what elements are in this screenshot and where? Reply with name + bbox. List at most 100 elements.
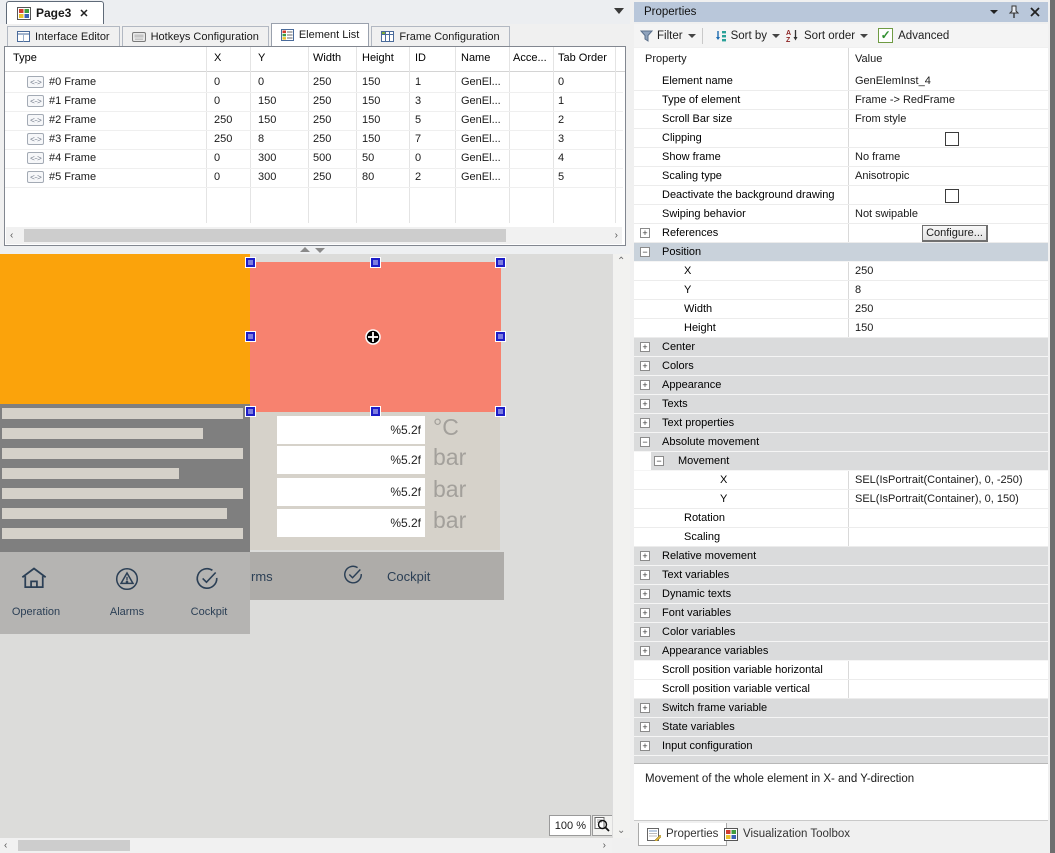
selection-handle[interactable] bbox=[496, 407, 505, 416]
property-row[interactable]: +Colors bbox=[634, 357, 1048, 376]
property-row[interactable]: +Appearance variables bbox=[634, 642, 1048, 661]
property-row[interactable]: +Text variables bbox=[634, 566, 1048, 585]
property-value[interactable]: GenElemInst_4 bbox=[848, 72, 1048, 90]
sort-by-button[interactable]: Sort by bbox=[715, 30, 780, 42]
scroll-right-icon[interactable]: › bbox=[615, 230, 618, 241]
property-row[interactable]: Width250 bbox=[634, 300, 1048, 319]
property-value[interactable]: 250 bbox=[848, 300, 1048, 318]
table-row[interactable]: <··>#2 Frame2501502501505GenEl...2 bbox=[5, 111, 623, 131]
scrollbar-thumb[interactable] bbox=[24, 229, 506, 242]
alarm-icon[interactable] bbox=[114, 566, 140, 595]
property-row[interactable]: +Font variables bbox=[634, 604, 1048, 623]
property-row[interactable]: Y8 bbox=[634, 281, 1048, 300]
value-fields-panel[interactable]: %5.2f°C%5.2fbar%5.2fbar%5.2fbar bbox=[250, 412, 500, 550]
expand-icon[interactable]: + bbox=[640, 703, 650, 713]
property-row[interactable]: +Text properties bbox=[634, 414, 1048, 433]
expand-icon[interactable]: + bbox=[640, 646, 650, 656]
checkbox[interactable] bbox=[945, 189, 959, 203]
property-row[interactable]: Clipping bbox=[634, 129, 1048, 148]
property-value[interactable]: 8 bbox=[848, 281, 1048, 299]
checkbox-checked-icon[interactable]: ✓ bbox=[878, 28, 893, 43]
property-row[interactable]: +Dynamic texts bbox=[634, 585, 1048, 604]
close-icon[interactable]: ✕ bbox=[79, 7, 88, 20]
expand-icon[interactable]: + bbox=[640, 418, 650, 428]
check-icon[interactable] bbox=[342, 564, 364, 586]
dark-list-panel[interactable] bbox=[0, 404, 250, 552]
selection-handle[interactable] bbox=[371, 407, 380, 416]
property-row[interactable]: +ReferencesConfigure... bbox=[634, 224, 1048, 243]
chevron-down-icon[interactable] bbox=[860, 34, 868, 38]
column-header[interactable]: Tab Order bbox=[558, 52, 607, 64]
tab-element-list[interactable]: Element List bbox=[271, 23, 370, 46]
zoom-button[interactable] bbox=[592, 815, 612, 836]
collapse-icon[interactable]: − bbox=[640, 437, 650, 447]
property-value[interactable]: From style bbox=[848, 110, 1048, 128]
configure-button[interactable]: Configure... bbox=[922, 225, 988, 242]
nav-item-label[interactable]: Operation bbox=[8, 606, 64, 618]
property-value[interactable]: 150 bbox=[848, 319, 1048, 337]
property-row[interactable]: −Absolute movement bbox=[634, 433, 1048, 452]
property-row[interactable]: X250 bbox=[634, 262, 1048, 281]
table-row[interactable]: <··>#4 Frame0300500500GenEl...4 bbox=[5, 149, 623, 169]
close-icon[interactable] bbox=[1030, 7, 1040, 17]
center-marker-icon[interactable] bbox=[365, 329, 381, 345]
orange-frame[interactable] bbox=[0, 254, 250, 404]
expand-icon[interactable]: + bbox=[640, 589, 650, 599]
property-row[interactable]: Height150 bbox=[634, 319, 1048, 338]
expand-icon[interactable]: + bbox=[640, 380, 650, 390]
property-row[interactable]: Scroll position variable horizontal bbox=[634, 661, 1048, 680]
splitter-up-icon[interactable] bbox=[300, 247, 310, 252]
scroll-right-icon[interactable]: › bbox=[603, 840, 606, 851]
property-row[interactable]: +Center bbox=[634, 338, 1048, 357]
document-tab-page3[interactable]: Page3 ✕ bbox=[6, 1, 104, 24]
numeric-field[interactable]: %5.2fbar bbox=[277, 509, 425, 537]
expand-icon[interactable]: + bbox=[640, 342, 650, 352]
property-value[interactable] bbox=[848, 661, 1048, 679]
property-row[interactable]: XSEL(IsPortrait(Container), 0, -250) bbox=[634, 471, 1048, 490]
property-value[interactable] bbox=[848, 680, 1048, 698]
scrollbar-thumb[interactable] bbox=[18, 840, 130, 851]
property-row[interactable]: +Color variables bbox=[634, 623, 1048, 642]
scroll-left-icon[interactable]: ‹ bbox=[10, 230, 13, 241]
advanced-checkbox[interactable]: ✓ Advanced bbox=[878, 28, 949, 43]
property-row[interactable]: +Appearance bbox=[634, 376, 1048, 395]
property-row[interactable]: +Input configuration bbox=[634, 737, 1048, 756]
check-icon[interactable] bbox=[194, 566, 220, 595]
tab-interface-editor[interactable]: Interface Editor bbox=[7, 26, 120, 46]
nav-item-label[interactable]: Cockpit bbox=[185, 606, 233, 618]
zoom-level[interactable]: 100 % bbox=[549, 815, 591, 836]
selection-handle[interactable] bbox=[246, 332, 255, 341]
property-value[interactable] bbox=[848, 509, 1048, 527]
property-row[interactable]: Swiping behaviorNot swipable bbox=[634, 205, 1048, 224]
pin-icon[interactable] bbox=[1008, 5, 1020, 19]
canvas-horizontal-scrollbar[interactable]: ‹ › bbox=[0, 838, 612, 853]
property-value[interactable] bbox=[848, 528, 1048, 546]
property-row[interactable]: Scaling typeAnisotropic bbox=[634, 167, 1048, 186]
column-header[interactable]: Width bbox=[313, 52, 341, 64]
splitter-down-icon[interactable] bbox=[315, 248, 325, 253]
property-row[interactable]: Show frameNo frame bbox=[634, 148, 1048, 167]
property-row[interactable]: Deactivate the background drawing bbox=[634, 186, 1048, 205]
table-horizontal-scrollbar[interactable]: ‹ › bbox=[6, 227, 622, 244]
property-value[interactable]: Anisotropic bbox=[848, 167, 1048, 185]
visualization-canvas[interactable]: %5.2f°C%5.2fbar%5.2fbar%5.2fbar Operatio… bbox=[0, 254, 612, 838]
selection-handle[interactable] bbox=[246, 258, 255, 267]
column-header[interactable]: Name bbox=[461, 52, 490, 64]
expand-icon[interactable]: + bbox=[640, 361, 650, 371]
chevron-down-icon[interactable] bbox=[688, 34, 696, 38]
column-header[interactable]: ID bbox=[415, 52, 426, 64]
tab-properties[interactable]: Properties bbox=[638, 823, 727, 846]
column-header[interactable]: Type bbox=[13, 52, 37, 64]
selection-handle[interactable] bbox=[496, 332, 505, 341]
property-row[interactable]: −Movement bbox=[634, 452, 1048, 471]
expand-icon[interactable]: + bbox=[640, 551, 650, 561]
table-row[interactable]: <··>#0 Frame002501501GenEl...0 bbox=[5, 73, 623, 93]
table-row[interactable]: <··>#5 Frame0300250802GenEl...5 bbox=[5, 168, 623, 188]
filter-button[interactable]: Filter bbox=[640, 30, 696, 42]
expand-icon[interactable]: + bbox=[640, 570, 650, 580]
property-row[interactable]: +Relative movement bbox=[634, 547, 1048, 566]
property-value[interactable]: 250 bbox=[848, 262, 1048, 280]
property-value[interactable]: SEL(IsPortrait(Container), 0, 150) bbox=[848, 490, 1048, 508]
tab-visualization-toolbox[interactable]: Visualization Toolbox bbox=[716, 823, 858, 845]
expand-icon[interactable]: + bbox=[640, 608, 650, 618]
